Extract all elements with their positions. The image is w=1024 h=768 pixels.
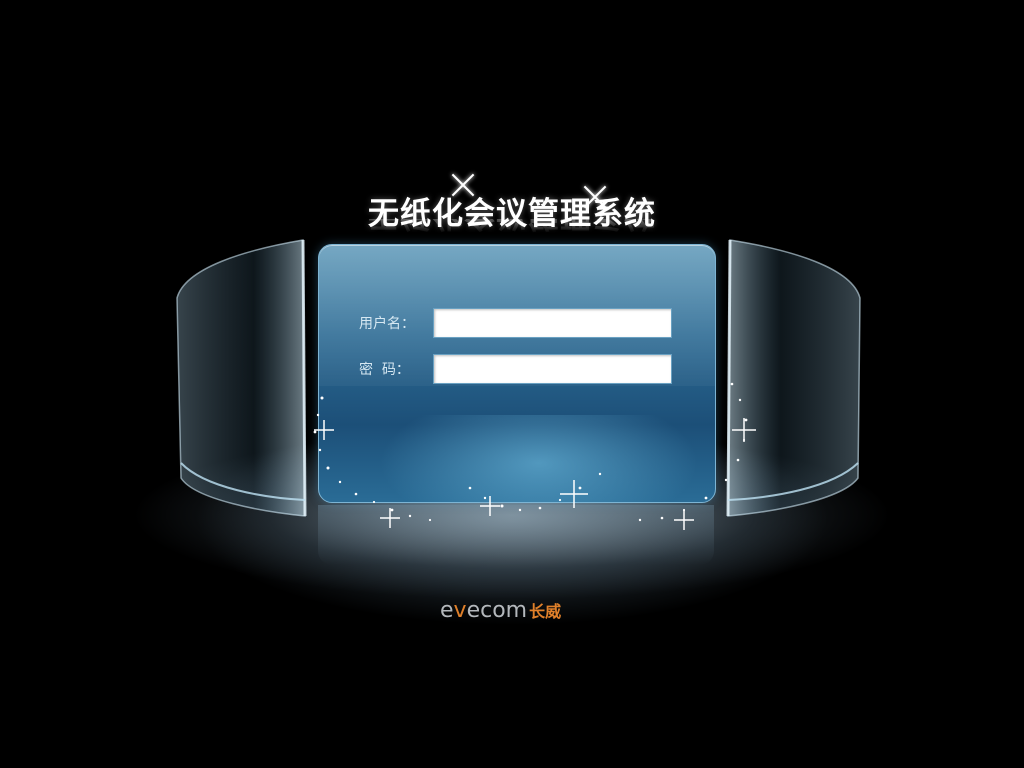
- username-label: 用户名：: [359, 316, 415, 332]
- sparkle-trail-decoration: [313, 382, 756, 530]
- title-block: 无纸化会议管理系统 无纸化会议管理系统: [300, 188, 724, 241]
- logo-chinese-text: 长威: [529, 602, 562, 621]
- username-row: 用户名：: [359, 307, 672, 339]
- page-title-reflection: 无纸化会议管理系统: [300, 219, 724, 241]
- sparkle-icon: [448, 170, 478, 200]
- login-screen: 无纸化会议管理系统 无纸化会议管理系统 用户名： 密 码：: [0, 0, 1024, 768]
- username-input[interactable]: [433, 308, 672, 338]
- sparkle-icon: [580, 182, 610, 212]
- logo-latin-text: evecom: [440, 598, 528, 623]
- brand-logo: evecom 长威: [440, 598, 590, 626]
